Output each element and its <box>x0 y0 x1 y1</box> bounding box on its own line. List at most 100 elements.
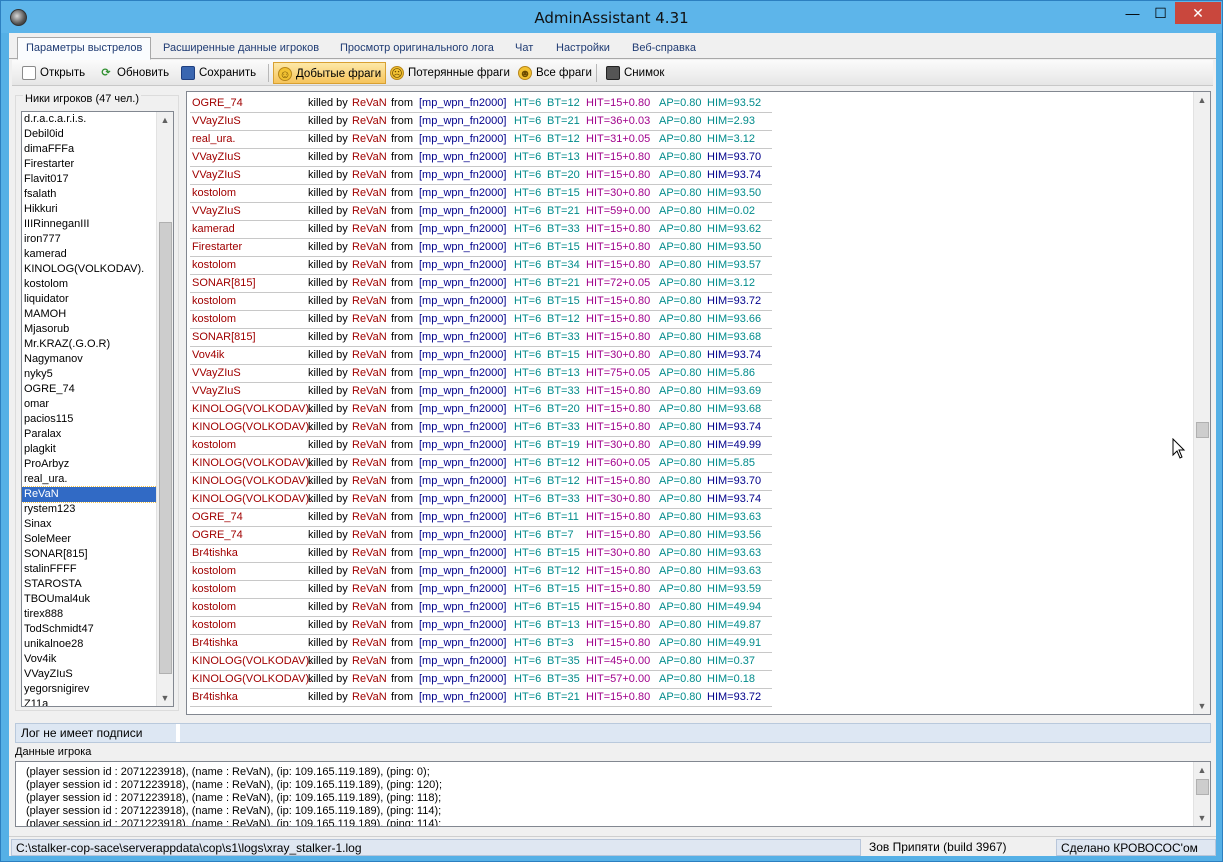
player-list-item[interactable]: Hikkuri <box>22 202 173 217</box>
close-button[interactable]: ✕ <box>1175 2 1221 24</box>
player-list-item[interactable]: pacios115 <box>22 412 173 427</box>
player-list-item[interactable]: KINOLOG(VOLKODAV). <box>22 262 173 277</box>
players-list[interactable]: d.r.a.c.a.r.i.s. Debil0id dimaFFFa Firestar… <box>21 111 174 707</box>
kill-log-row[interactable]: kostolom killed by ReVaN from [mp_wpn_fn2000… <box>190 599 1190 617</box>
scroll-thumb[interactable] <box>1196 779 1209 795</box>
player-list-item[interactable]: nyky5 <box>22 367 173 382</box>
player-list-item[interactable]: plagkit <box>22 442 173 457</box>
kill-log-row[interactable]: KINOLOG(VOLKODAV). killed by ReVaN from [mp_… <box>190 473 1190 491</box>
sessions-scrollbar[interactable]: ▲ ▼ <box>1193 762 1210 826</box>
kill-log-row[interactable]: VVayZIuS killed by ReVaN from [mp_wpn_fn2000… <box>190 149 1190 167</box>
chevron-up-icon[interactable]: ▲ <box>1194 92 1210 108</box>
kill-log-row[interactable]: KINOLOG(VOLKODAV). killed by ReVaN from [mp_… <box>190 653 1190 671</box>
kill-log-row[interactable]: kostolom killed by ReVaN from [mp_wpn_fn2000… <box>190 581 1190 599</box>
player-list-item[interactable]: OGRE_74 <box>22 382 173 397</box>
chevron-down-icon[interactable]: ▼ <box>1194 810 1210 826</box>
player-list-item[interactable]: IIIRinneganIII <box>22 217 173 232</box>
kill-log-row[interactable]: VVayZIuS killed by ReVaN from [mp_wpn_fn2000… <box>190 365 1190 383</box>
all-frags-button[interactable]: ☻ Все фраги <box>514 62 596 84</box>
chevron-down-icon[interactable]: ▼ <box>157 690 173 706</box>
player-list-item[interactable]: Debil0id <box>22 127 173 142</box>
kill-log-row[interactable]: kostolom killed by ReVaN from [mp_wpn_fn2000… <box>190 437 1190 455</box>
player-list-item[interactable]: fsalath <box>22 187 173 202</box>
kill-log-row[interactable]: OGRE_74 killed by ReVaN from [mp_wpn_fn2000]… <box>190 509 1190 527</box>
obtained-frags-button[interactable]: ☺ Добытые фраги <box>273 62 387 84</box>
kill-log-row[interactable]: kostolom killed by ReVaN from [mp_wpn_fn2000… <box>190 311 1190 329</box>
kill-log-row[interactable]: Vov4ik killed by ReVaN from [mp_wpn_fn2000] H… <box>190 347 1190 365</box>
player-list-item[interactable]: kamerad <box>22 247 173 262</box>
kill-log-row[interactable]: Firestarter killed by ReVaN from [mp_wpn_fn2… <box>190 239 1190 257</box>
kill-log-row[interactable]: kostolom killed by ReVaN from [mp_wpn_fn2000… <box>190 563 1190 581</box>
kill-log-row[interactable]: kamerad killed by ReVaN from [mp_wpn_fn2000]… <box>190 221 1190 239</box>
kill-log-row[interactable]: kostolom killed by ReVaN from [mp_wpn_fn2000… <box>190 185 1190 203</box>
refresh-button[interactable]: ⟳ Обновить <box>95 62 173 84</box>
kill-log-row[interactable]: SONAR[815] killed by ReVaN from [mp_wpn_fn20… <box>190 275 1190 293</box>
scroll-thumb[interactable] <box>1196 422 1209 438</box>
kill-log-row[interactable]: VVayZIuS killed by ReVaN from [mp_wpn_fn2000… <box>190 113 1190 131</box>
kill-log-row[interactable]: KINOLOG(VOLKODAV). killed by ReVaN from [mp_… <box>190 401 1190 419</box>
player-list-item[interactable]: tirex888 <box>22 607 173 622</box>
player-list-item[interactable]: unikalnoe28 <box>22 637 173 652</box>
kill-log-row[interactable]: KINOLOG(VOLKODAV). killed by ReVaN from [mp_… <box>190 419 1190 437</box>
player-list-item[interactable]: Flavit017 <box>22 172 173 187</box>
kill-log-row[interactable]: VVayZIuS killed by ReVaN from [mp_wpn_fn2000… <box>190 383 1190 401</box>
player-list-item[interactable]: omar <box>22 397 173 412</box>
title-bar[interactable]: AdminAssistant 4.31 — ☐ ✕ <box>1 1 1222 33</box>
tab-extended-player-data[interactable]: Расширенные данные игроков <box>155 39 327 59</box>
player-list-item[interactable]: liquidator <box>22 292 173 307</box>
save-button[interactable]: Сохранить <box>177 62 260 84</box>
player-list-item[interactable]: dimaFFFa <box>22 142 173 157</box>
kill-log-row[interactable]: kostolom killed by ReVaN from [mp_wpn_fn2000… <box>190 257 1190 275</box>
kill-log-row[interactable]: VVayZIuS killed by ReVaN from [mp_wpn_fn2000… <box>190 203 1190 221</box>
chevron-down-icon[interactable]: ▼ <box>1194 698 1210 714</box>
player-list-item[interactable]: yegorsnigirev <box>22 682 173 697</box>
kill-log-row[interactable]: KINOLOG(VOLKODAV). killed by ReVaN from [mp_… <box>190 491 1190 509</box>
tab-original-log[interactable]: Просмотр оригинального лога <box>332 39 502 59</box>
tab-web-help[interactable]: Веб-справка <box>624 39 704 59</box>
player-list-item[interactable]: d.r.a.c.a.r.i.s. <box>22 112 173 127</box>
kill-log-row[interactable]: OGRE_74 killed by ReVaN from [mp_wpn_fn2000]… <box>190 95 1190 113</box>
player-list-item[interactable]: SONAR[815] <box>22 547 173 562</box>
kill-log-row[interactable]: Br4tishka killed by ReVaN from [mp_wpn_fn200… <box>190 545 1190 563</box>
lost-frags-button[interactable]: ☹ Потерянные фраги <box>386 62 514 84</box>
chevron-up-icon[interactable]: ▲ <box>157 112 173 128</box>
kill-log-row[interactable]: kostolom killed by ReVaN from [mp_wpn_fn2000… <box>190 293 1190 311</box>
player-list-item[interactable]: ProArbyz <box>22 457 173 472</box>
scroll-thumb[interactable] <box>159 222 172 674</box>
kill-log-row[interactable]: Br4tishka killed by ReVaN from [mp_wpn_fn200… <box>190 635 1190 653</box>
maximize-button[interactable]: ☐ <box>1147 2 1174 24</box>
kill-log-row[interactable]: OGRE_74 killed by ReVaN from [mp_wpn_fn2000]… <box>190 527 1190 545</box>
player-list-item[interactable]: Mjasorub <box>22 322 173 337</box>
player-list-item[interactable]: SoleMeer <box>22 532 173 547</box>
kill-log-row[interactable]: Br4tishka killed by ReVaN from [mp_wpn_fn200… <box>190 689 1190 707</box>
player-list-item[interactable]: TBOUmal4uk <box>22 592 173 607</box>
player-list-item[interactable]: Mr.KRAZ(.G.O.R) <box>22 337 173 352</box>
player-list-item[interactable]: Z11a <box>22 697 173 706</box>
snapshot-button[interactable]: Снимок <box>602 62 668 84</box>
log-scrollbar[interactable]: ▲ ▼ <box>1193 92 1210 714</box>
player-list-item[interactable]: real_ura. <box>22 472 173 487</box>
player-list-item[interactable]: ReVaN <box>22 486 173 503</box>
player-list-item[interactable]: stalinFFFF <box>22 562 173 577</box>
tab-settings[interactable]: Настройки <box>548 39 618 59</box>
kill-log-row[interactable]: kostolom killed by ReVaN from [mp_wpn_fn2000… <box>190 617 1190 635</box>
player-list-item[interactable]: iron777 <box>22 232 173 247</box>
kill-log-row[interactable]: real_ura. killed by ReVaN from [mp_wpn_fn200… <box>190 131 1190 149</box>
player-list-item[interactable]: rystem123 <box>22 502 173 517</box>
open-button[interactable]: Открыть <box>18 62 89 84</box>
player-list-item[interactable]: kostolom <box>22 277 173 292</box>
player-list-item[interactable]: MAMOH <box>22 307 173 322</box>
kill-log-row[interactable]: KINOLOG(VOLKODAV). killed by ReVaN from [mp_… <box>190 455 1190 473</box>
player-list-item[interactable]: Vov4ik <box>22 652 173 667</box>
player-list-item[interactable]: Paralax <box>22 427 173 442</box>
player-list-item[interactable]: VVayZIuS <box>22 667 173 682</box>
kill-log-row[interactable]: VVayZIuS killed by ReVaN from [mp_wpn_fn2000… <box>190 167 1190 185</box>
player-list-item[interactable]: Sinax <box>22 517 173 532</box>
players-scrollbar[interactable]: ▲ ▼ <box>156 112 173 706</box>
kill-log-panel[interactable]: OGRE_74 killed by ReVaN from [mp_wpn_fn2000]… <box>186 91 1211 715</box>
tab-chat[interactable]: Чат <box>507 39 541 59</box>
kill-log-row[interactable]: SONAR[815] killed by ReVaN from [mp_wpn_fn20… <box>190 329 1190 347</box>
minimize-button[interactable]: — <box>1119 2 1146 24</box>
kill-log-row[interactable]: KINOLOG(VOLKODAV). killed by ReVaN from [mp_… <box>190 671 1190 689</box>
player-list-item[interactable]: Firestarter <box>22 157 173 172</box>
